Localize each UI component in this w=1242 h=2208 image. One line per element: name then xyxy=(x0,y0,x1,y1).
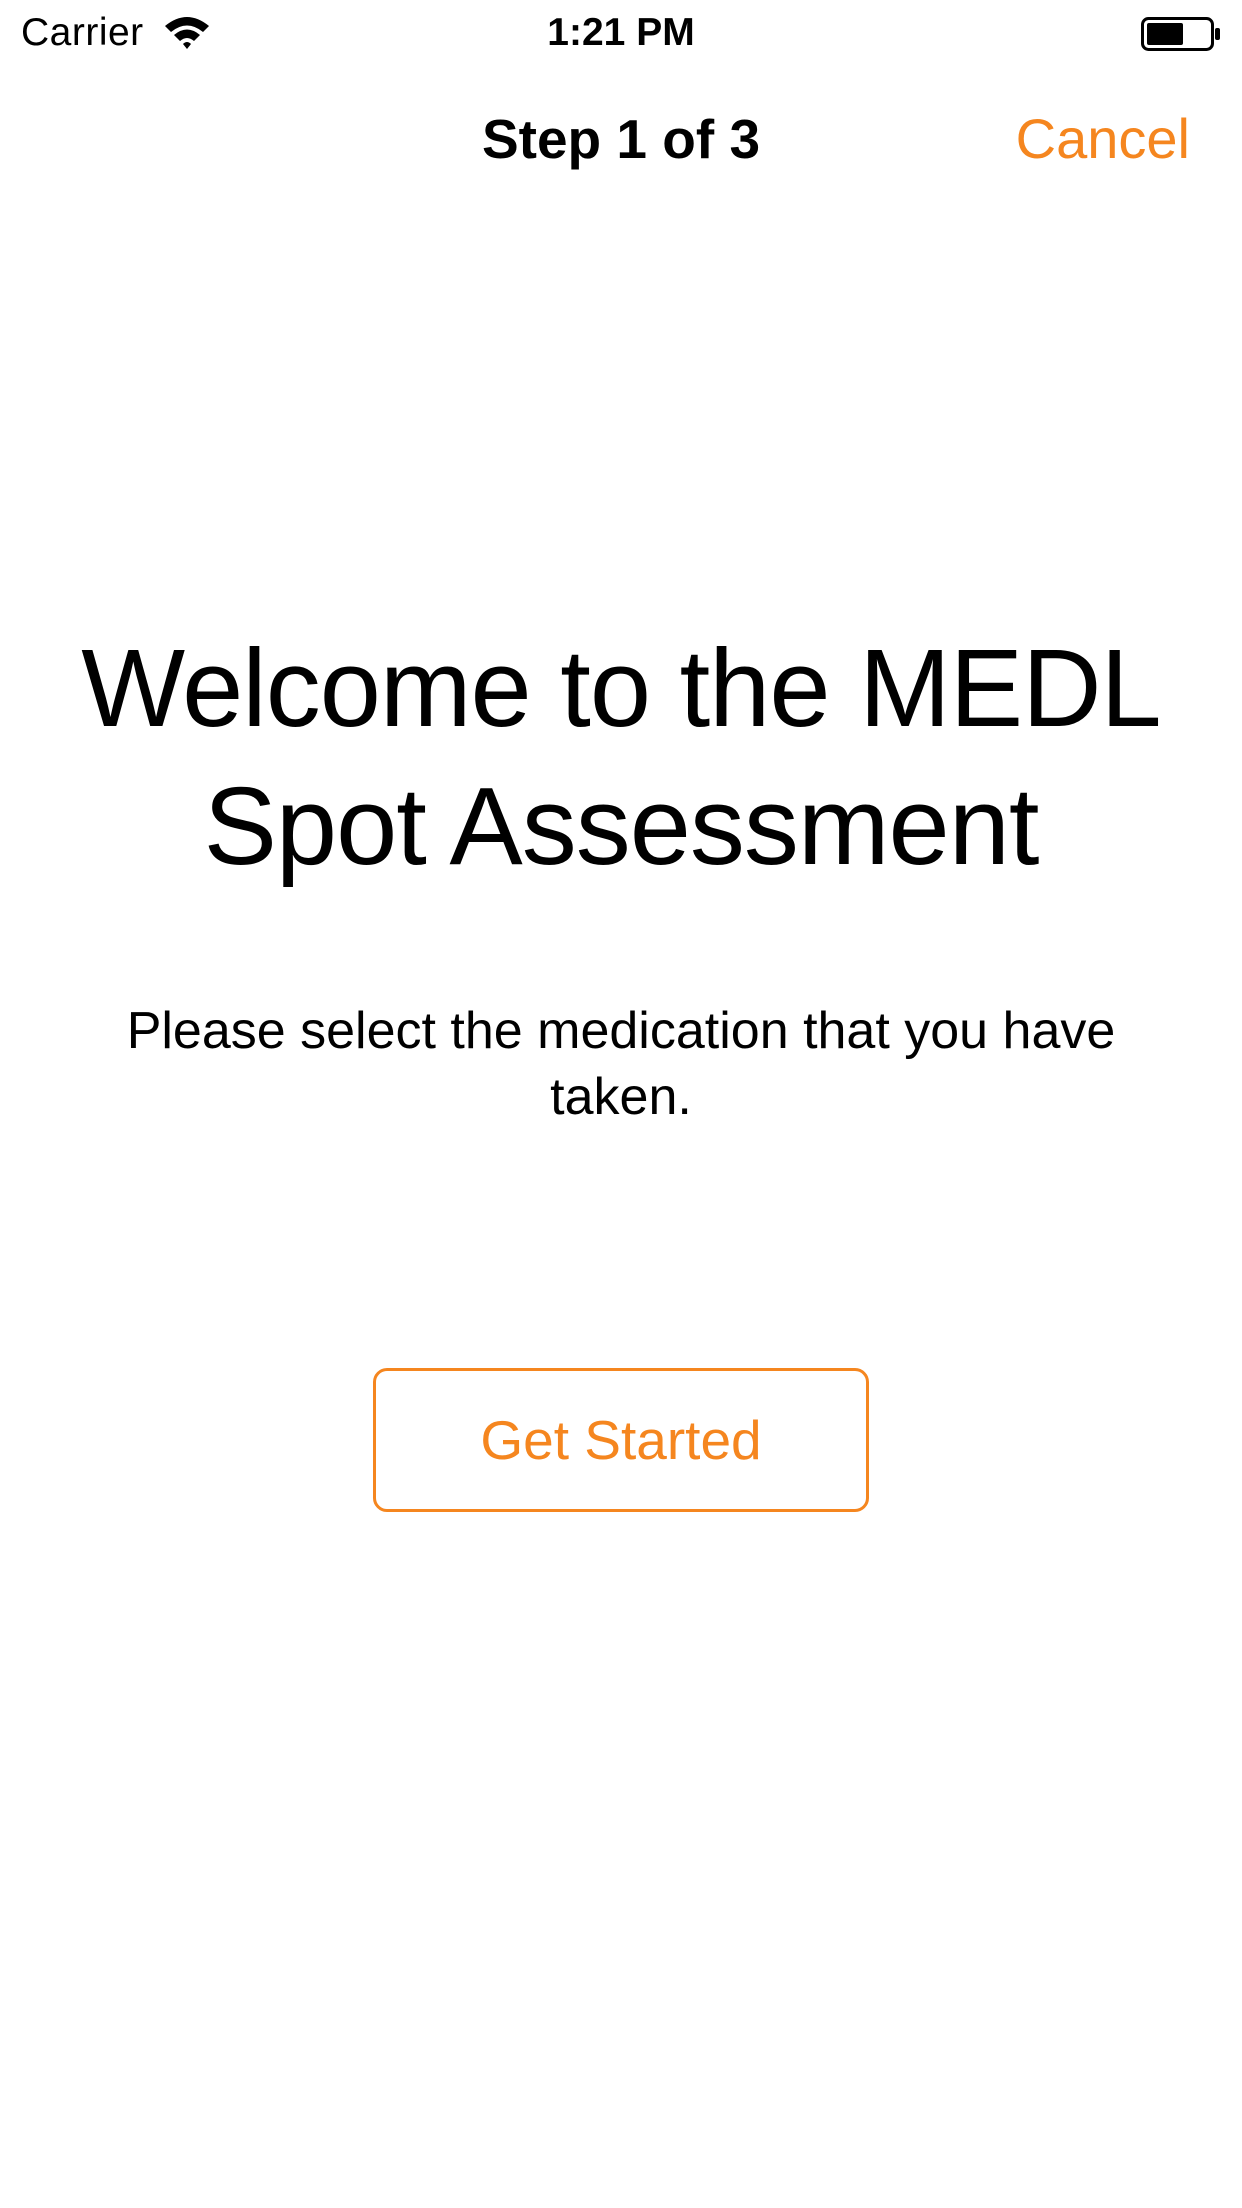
instruction-text: Please select the medication that you ha… xyxy=(126,1002,1116,1126)
navigation-bar: Step 1 of 3 Cancel xyxy=(0,66,1242,212)
get-started-button[interactable]: Get Started xyxy=(373,1368,869,1512)
status-bar: Carrier 1:21 PM xyxy=(0,0,1242,66)
battery-icon xyxy=(1141,17,1221,51)
status-time: 1:21 PM xyxy=(547,11,695,54)
welcome-title: Welcome to the MEDL Spot Assessment xyxy=(81,627,1161,888)
cancel-button[interactable]: Cancel xyxy=(1016,104,1190,174)
